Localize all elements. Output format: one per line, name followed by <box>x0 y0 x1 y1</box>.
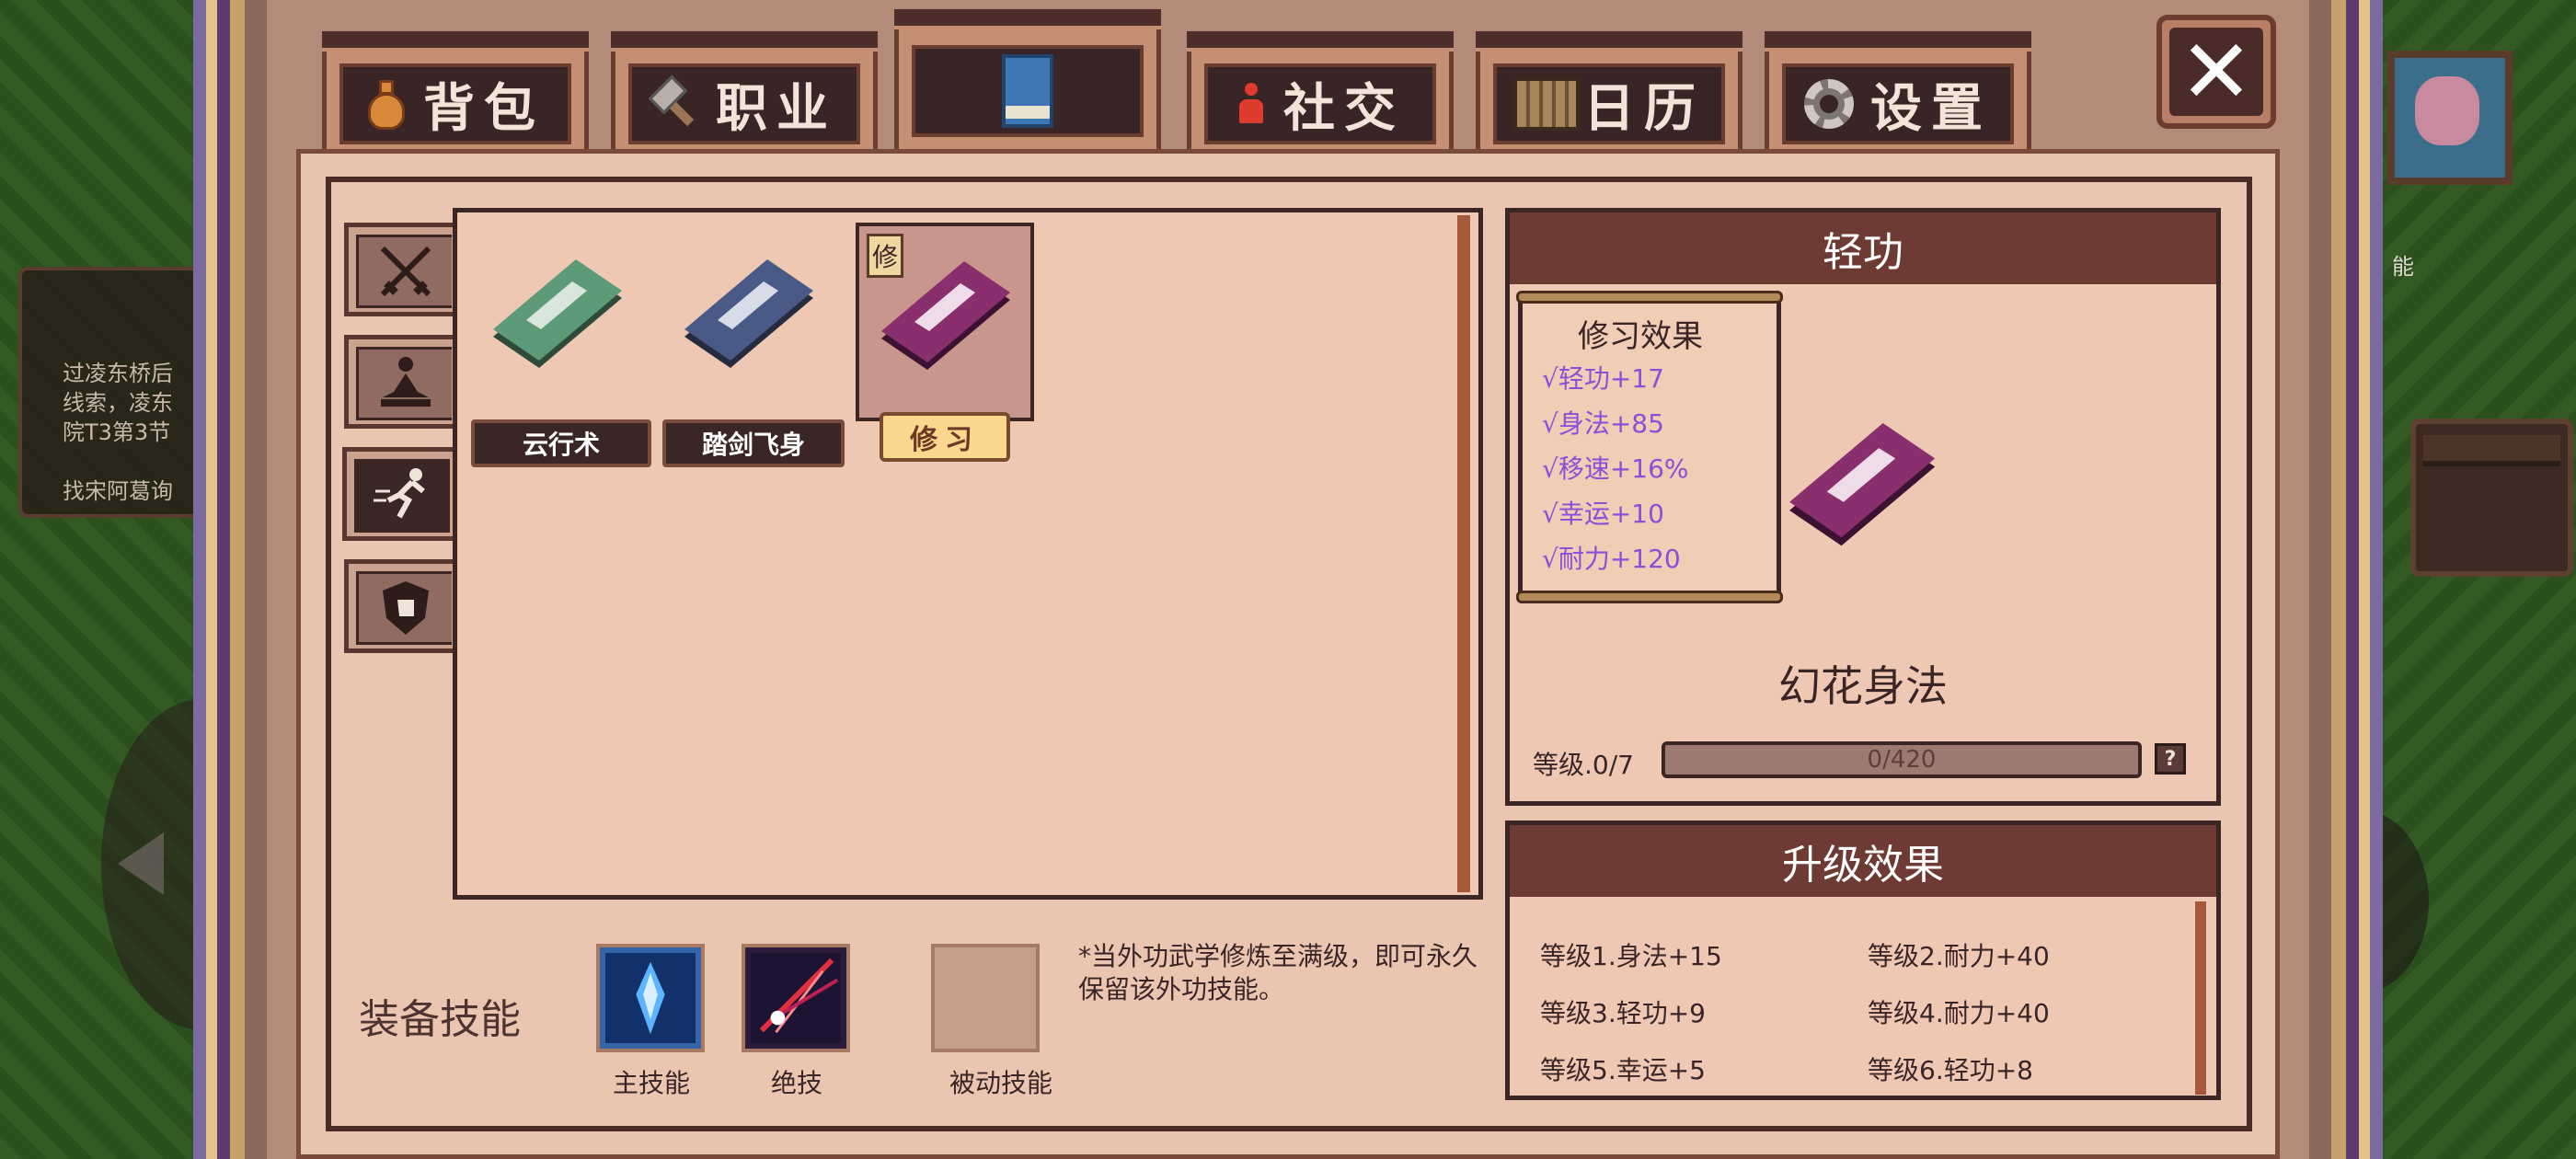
hammer-icon <box>651 80 699 128</box>
main-skill-label: 主技能 <box>612 1068 690 1098</box>
upgrade-item: 等级4.耐力+40 <box>1868 998 2050 1028</box>
book-icon <box>881 261 1010 370</box>
tab-social[interactable]: 社交 <box>1187 31 1454 149</box>
skill-book-3[interactable] <box>876 261 1014 375</box>
frame-pillar-left <box>193 0 267 1159</box>
ultimate-skill-label: 绝技 <box>770 1068 822 1098</box>
category-defense[interactable] <box>344 559 454 653</box>
category-meditation[interactable] <box>344 335 454 429</box>
tab-settings-label: 设置 <box>1870 78 1992 139</box>
crossed-swords-icon <box>380 246 431 297</box>
tab-profession-label: 职业 <box>716 78 837 139</box>
frame-pillar-right <box>2309 0 2383 1159</box>
category-movement[interactable] <box>342 447 453 541</box>
skill-book-preview-icon <box>1789 423 1936 546</box>
bag-icon <box>366 78 407 130</box>
effect-item: √幸运+10 <box>1542 499 1664 529</box>
level-label: 等级.0/7 <box>1533 750 1634 780</box>
background-chest <box>2410 419 2573 577</box>
effect-item: √轻功+17 <box>1542 363 1664 394</box>
tab-calendar[interactable]: 日历 <box>1476 31 1742 149</box>
blue-crystal-icon <box>605 953 696 1043</box>
skill-label-1[interactable]: 云行术 <box>471 419 651 467</box>
upgrade-item: 等级1.身法+15 <box>1540 941 1722 971</box>
background-side-label: 能 <box>2392 254 2414 280</box>
tab-social-label: 社交 <box>1283 78 1405 139</box>
close-icon: ✕ <box>2169 28 2263 116</box>
xp-progress-bar: 0/420 <box>1662 741 2142 778</box>
running-icon <box>373 468 425 519</box>
skill-label-2[interactable]: 踏剑飞身 <box>662 419 845 467</box>
gear-icon <box>1804 79 1854 129</box>
skill-book-1[interactable] <box>488 259 626 373</box>
calendar-icon <box>1513 77 1580 131</box>
tab-bag-label: 背包 <box>423 78 545 139</box>
background-painting <box>2387 51 2513 185</box>
tab-skills[interactable] <box>894 9 1161 149</box>
person-icon <box>1236 83 1267 125</box>
left-arrow-icon <box>118 832 164 895</box>
skill-book-2[interactable] <box>679 259 817 373</box>
effect-item: √身法+85 <box>1542 408 1664 439</box>
tab-calendar-label: 日历 <box>1583 78 1705 139</box>
ultimate-skill-slot[interactable] <box>742 944 850 1052</box>
scroll-rod-top <box>1516 291 1783 304</box>
close-button[interactable]: ✕ <box>2156 15 2276 129</box>
help-button[interactable]: ? <box>2155 743 2186 775</box>
passive-skill-slot[interactable] <box>931 944 1040 1052</box>
tab-settings[interactable]: 设置 <box>1765 31 2031 149</box>
equip-skills-title: 装备技能 <box>359 996 521 1043</box>
effect-item: √移速+16% <box>1542 453 1689 484</box>
book-icon <box>493 259 622 368</box>
xp-text: 0/420 <box>1867 746 1937 774</box>
category-swords[interactable] <box>344 223 454 316</box>
skill-name: 幻花身法 <box>1778 661 1948 711</box>
effect-item: √耐力+120 <box>1542 544 1681 574</box>
tab-bag[interactable]: 背包 <box>322 31 589 149</box>
book-icon <box>1002 54 1053 128</box>
book-icon <box>684 259 813 368</box>
background-quest-panel: 过凌东桥后 线索，凌东 院T3第3节 找宋阿葛询 <box>18 267 201 518</box>
background-quest-text: 过凌东桥后 线索，凌东 院T3第3节 找宋阿葛询 <box>63 361 173 504</box>
scroll-rod-bottom <box>1516 591 1783 603</box>
upgrade-item: 等级6.轻功+8 <box>1868 1055 2033 1085</box>
equip-note: *当外功武学修炼至满级，即可永久保留该外功技能。 <box>1078 941 1478 1004</box>
main-skill-slot[interactable] <box>596 944 705 1052</box>
upgrade-item: 等级3.轻功+9 <box>1540 998 1706 1028</box>
upgrade-header: 升级效果 <box>1510 825 2216 897</box>
upgrade-item: 等级5.幸运+5 <box>1540 1055 1706 1085</box>
meditation-icon <box>380 357 431 407</box>
upgrade-scrollbar[interactable] <box>2195 901 2206 1095</box>
study-button[interactable]: 修习 <box>880 412 1010 462</box>
shield-fist-icon <box>382 581 429 635</box>
detail-header: 轻功 <box>1510 212 2216 284</box>
passive-skill-label: 被动技能 <box>949 1068 1052 1098</box>
upgrade-item: 等级2.耐力+40 <box>1868 941 2050 971</box>
effects-title: 修习效果 <box>1578 318 1703 355</box>
red-slash-icon <box>751 953 841 1043</box>
tab-profession[interactable]: 职业 <box>611 31 878 149</box>
skill-list-scrollbar[interactable] <box>1457 215 1470 892</box>
